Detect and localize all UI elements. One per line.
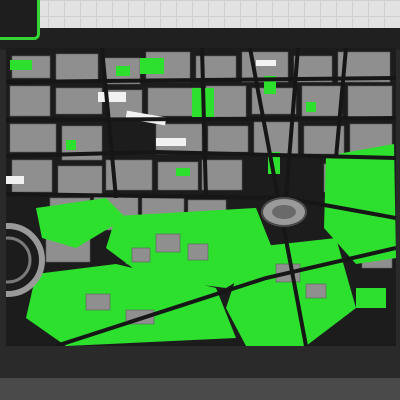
viewport <box>0 0 400 400</box>
city-map-model <box>6 48 396 346</box>
frame-bottom-edge <box>0 378 400 400</box>
city-map-svg <box>6 48 396 346</box>
colosseum <box>261 197 307 227</box>
frame-top-lip <box>0 28 400 50</box>
corner-object <box>0 0 40 40</box>
